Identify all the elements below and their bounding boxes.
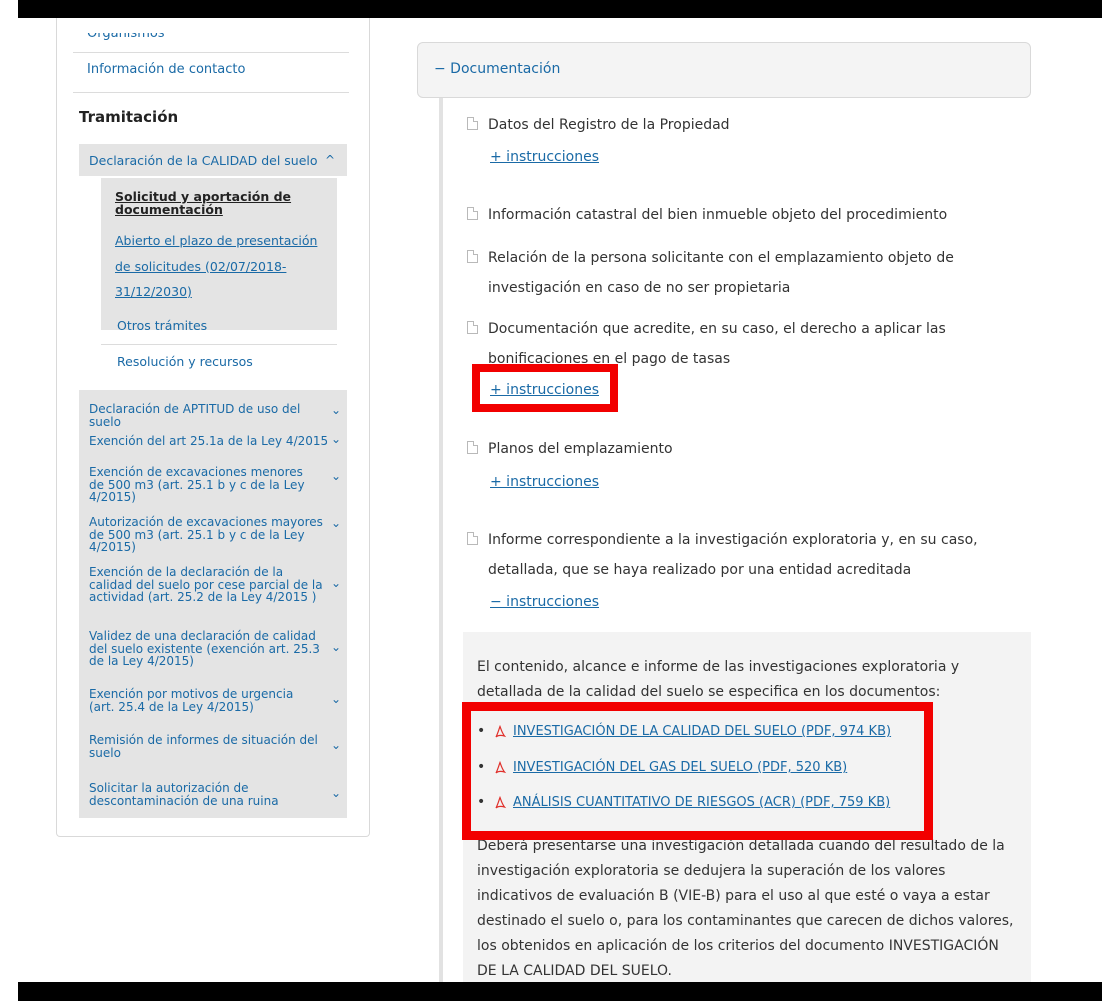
- accordion-excavaciones-mayores[interactable]: Autorización de excavaciones mayores de …: [89, 516, 333, 554]
- chevron-down-icon: ⌄: [330, 576, 341, 590]
- sidebar-heading-tramitacion: Tramitación: [79, 108, 179, 126]
- doc-item-informe: Informe correspondiente a la investigaci…: [488, 532, 978, 578]
- highlight-box: [472, 364, 618, 412]
- chevron-down-icon: ⌄: [330, 786, 341, 800]
- sidebar-link-contacto[interactable]: Información de contacto: [87, 62, 245, 77]
- accordion-validez[interactable]: Validez de una declaración de calidad de…: [89, 630, 325, 668]
- submenu-item-resolucion[interactable]: Resolución y recursos: [117, 354, 253, 369]
- highlight-box: [462, 702, 933, 840]
- chevron-down-icon: ⌄: [330, 432, 341, 446]
- instrucciones-toggle[interactable]: − instrucciones: [490, 594, 599, 610]
- page-content: Organismos Información de contacto Trami…: [18, 18, 1102, 982]
- chevron-down-icon: ⌄: [330, 516, 341, 530]
- accordion-excavaciones-menores[interactable]: Exención de excavaciones menores de 500 …: [89, 466, 313, 504]
- instructions-intro: El contenido, alcance e informe de las i…: [477, 659, 960, 700]
- accordion-remision[interactable]: Remisión de informes de situación del su…: [89, 734, 321, 759]
- instrucciones-toggle[interactable]: + instrucciones: [490, 149, 599, 165]
- document-icon: [467, 250, 478, 263]
- sidebar-link-organismos[interactable]: Organismos: [87, 33, 165, 41]
- doc-item-planos: Planos del emplazamiento: [488, 441, 673, 457]
- divider: [73, 92, 349, 93]
- accordion-list: Declaración de APTITUD de uso del suelo …: [79, 390, 347, 818]
- chevron-up-icon: ^: [325, 153, 336, 167]
- document-icon: [467, 441, 478, 454]
- chevron-down-icon: ⌄: [330, 403, 341, 417]
- document-icon: [467, 532, 478, 545]
- doc-item-relacion: Relación de la persona solicitante con e…: [488, 250, 954, 296]
- accordion-urgencia[interactable]: Exención por motivos de urgencia (art. 2…: [89, 688, 321, 713]
- accordion-exencion-25-1a[interactable]: Exención del art 25.1a de la Ley 4/2015: [89, 435, 329, 448]
- chevron-down-icon: ⌄: [330, 469, 341, 483]
- accordion-label: Declaración de la CALIDAD del suelo: [89, 153, 318, 168]
- submenu-item-solicitud[interactable]: Solicitud y aportación de documentación: [115, 190, 325, 216]
- documentacion-title: − Documentación: [434, 61, 561, 77]
- document-icon: [467, 117, 478, 130]
- page-edge: [0, 0, 18, 1001]
- submenu-link-plazo[interactable]: Abierto el plazo de presentación de soli…: [115, 228, 329, 305]
- accordion-calidad-suelo[interactable]: Declaración de la CALIDAD del suelo ^: [79, 144, 347, 176]
- accordion-aptitud[interactable]: Declaración de APTITUD de uso del suelo: [89, 403, 329, 428]
- chevron-down-icon: ⌄: [330, 738, 341, 752]
- divider: [101, 344, 337, 345]
- accordion-ruina[interactable]: Solicitar la autorización de descontamin…: [89, 782, 321, 807]
- divider: [73, 52, 349, 53]
- documentacion-header[interactable]: − Documentación: [417, 42, 1031, 98]
- accordion-cese-parcial[interactable]: Exención de la declaración de la calidad…: [89, 566, 325, 604]
- chevron-down-icon: ⌄: [330, 692, 341, 706]
- instructions-outro: Deberá presentarse una investigación det…: [477, 838, 1014, 979]
- chevron-down-icon: ⌄: [330, 640, 341, 654]
- instrucciones-toggle[interactable]: + instrucciones: [490, 474, 599, 490]
- section-indent-line: [439, 98, 443, 982]
- submenu-item-otros[interactable]: Otros trámites: [117, 318, 207, 333]
- submenu-calidad: Solicitud y aportación de documentación …: [101, 178, 337, 330]
- document-icon: [467, 207, 478, 220]
- document-icon: [467, 321, 478, 334]
- doc-item-catastral: Información catastral del bien inmueble …: [488, 207, 948, 223]
- sidebar: Organismos Información de contacto Trami…: [56, 18, 370, 837]
- doc-item-registro: Datos del Registro de la Propiedad: [488, 117, 730, 133]
